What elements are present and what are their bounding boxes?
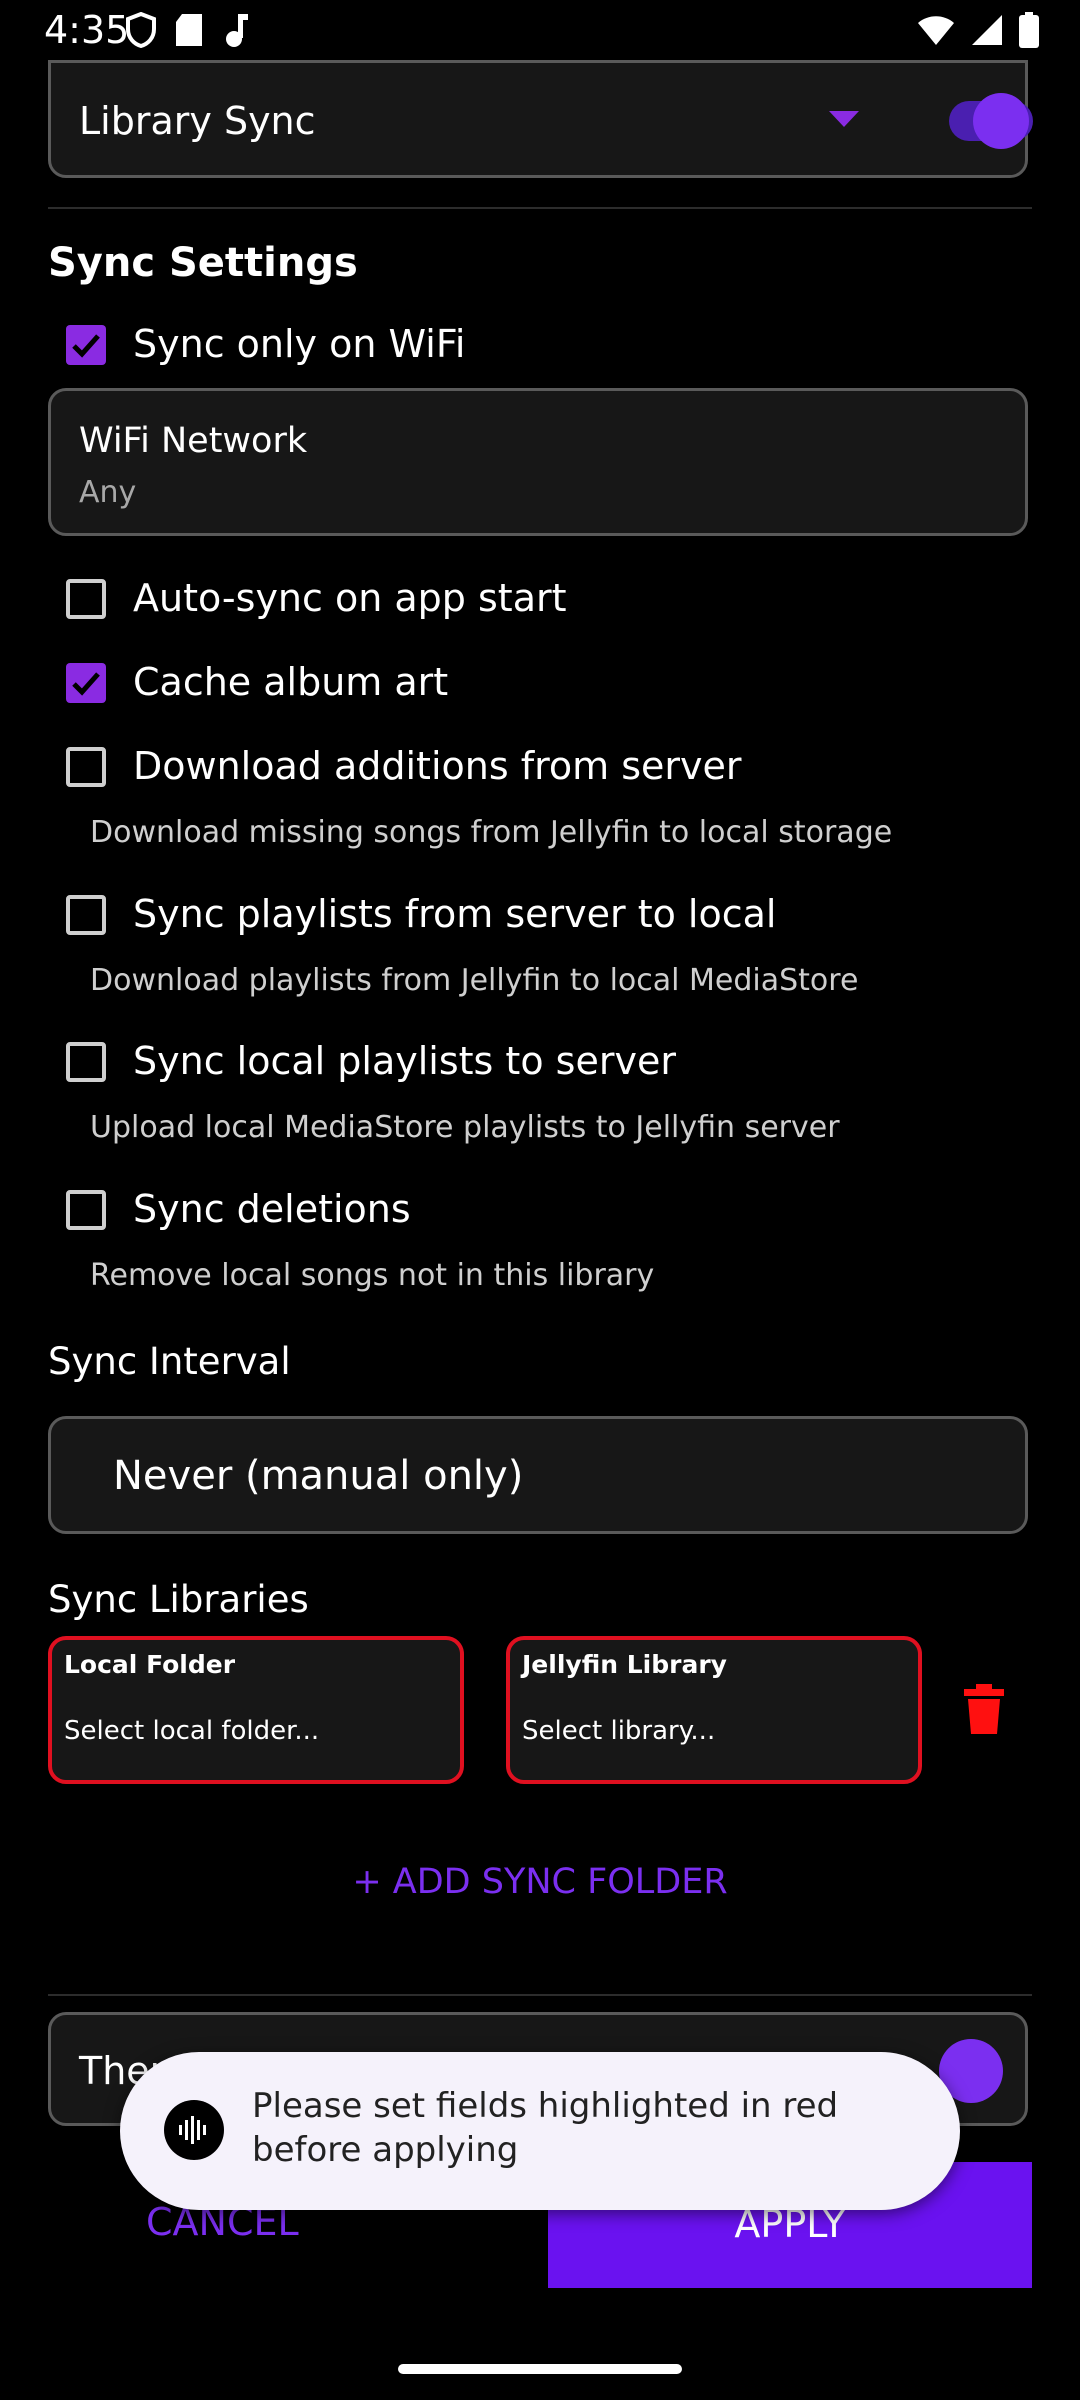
divider [48,207,1032,209]
wifi-icon [918,16,954,45]
jellyfin-library-title: Jellyfin Library [522,1650,727,1679]
wifi-network-value: Any [79,475,137,510]
sync-deletions-desc: Remove local songs not in this library [90,1258,655,1293]
sync-playlists-up-desc: Upload local MediaStore playlists to Jel… [90,1110,840,1145]
wifi-network-label: WiFi Network [79,421,308,461]
download-additions-checkbox[interactable] [66,747,106,787]
delete-icon[interactable] [964,1684,1004,1734]
toast: Please set fields highlighted in red bef… [120,2052,960,2210]
cache-album-art-checkbox[interactable] [66,663,106,703]
local-folder-value: Select local folder... [64,1716,320,1746]
sync-interval-select[interactable]: Never (manual only) [48,1416,1028,1534]
dropdown-arrow-icon[interactable] [829,111,859,129]
sync-playlists-down-label[interactable]: Sync playlists from server to local [133,892,776,936]
divider [48,1994,1032,1996]
sd-card-icon [176,14,202,46]
gesture-nav-bar[interactable] [398,2364,682,2374]
sync-interval-value: Never (manual only) [113,1453,524,1499]
local-folder-title: Local Folder [64,1650,236,1679]
sound-wave-icon [179,2116,206,2144]
sync-playlists-down-desc: Download playlists from Jellyfin to loca… [90,963,859,998]
sync-libraries-label: Sync Libraries [48,1578,309,1621]
toast-message: Please set fields highlighted in red bef… [252,2086,839,2170]
status-time: 4:35 [44,8,130,52]
jellyfin-library-value: Select library... [522,1716,716,1746]
local-folder-field[interactable]: Local Folder Select local folder... [48,1636,464,1784]
library-sync-label: Library Sync [79,99,316,143]
status-icons-right [916,12,1040,48]
auto-sync-label[interactable]: Auto-sync on app start [133,576,567,620]
add-sync-folder-button[interactable]: + ADD SYNC FOLDER [0,1862,1080,1902]
sync-interval-label: Sync Interval [48,1340,291,1383]
library-sync-card[interactable]: Library Sync [48,60,1033,178]
cache-album-art-label[interactable]: Cache album art [133,660,448,704]
app-logo-icon [164,2100,224,2160]
auto-sync-checkbox[interactable] [66,579,106,619]
music-note-icon [226,14,248,47]
download-additions-desc: Download missing songs from Jellyfin to … [90,815,893,850]
sync-deletions-label[interactable]: Sync deletions [133,1187,411,1231]
check-icon [72,672,100,696]
wifi-only-checkbox[interactable] [66,325,106,365]
check-icon [72,334,100,358]
jellyfin-library-field[interactable]: Jellyfin Library Select library... [506,1636,922,1784]
sync-deletions-checkbox[interactable] [66,1190,106,1230]
sync-playlists-up-label[interactable]: Sync local playlists to server [133,1039,676,1083]
wifi-only-label[interactable]: Sync only on WiFi [133,322,465,366]
sync-playlists-up-checkbox[interactable] [66,1042,106,1082]
download-additions-label[interactable]: Download additions from server [133,744,742,788]
cell-signal-icon [972,15,1002,45]
status-icons-left [126,12,252,48]
sync-settings-title: Sync Settings [48,240,358,286]
wifi-network-field[interactable]: WiFi Network Any [48,388,1028,536]
shield-icon [126,12,156,48]
battery-icon [1019,12,1039,48]
sync-playlists-down-checkbox[interactable] [66,895,106,935]
